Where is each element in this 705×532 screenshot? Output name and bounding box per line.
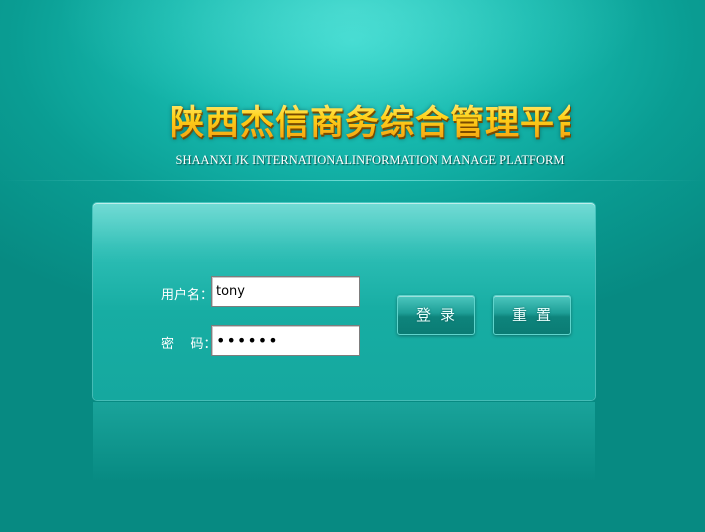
login-button[interactable]: 登录 xyxy=(397,295,475,335)
horizon-line xyxy=(0,180,705,181)
reset-button[interactable]: 重置 xyxy=(493,295,571,335)
password-label: 密 码： xyxy=(161,337,217,352)
username-label: 用户名： xyxy=(161,288,214,303)
password-input[interactable] xyxy=(211,325,360,356)
panel-reflection xyxy=(93,402,595,482)
app-subtitle: SHAANXI JK INTERNATIONALINFORMATION MANA… xyxy=(175,153,565,167)
username-input[interactable] xyxy=(211,276,360,307)
app-title: 陕西杰信商务综合管理平台 xyxy=(170,95,589,144)
panel-gloss xyxy=(93,203,595,263)
